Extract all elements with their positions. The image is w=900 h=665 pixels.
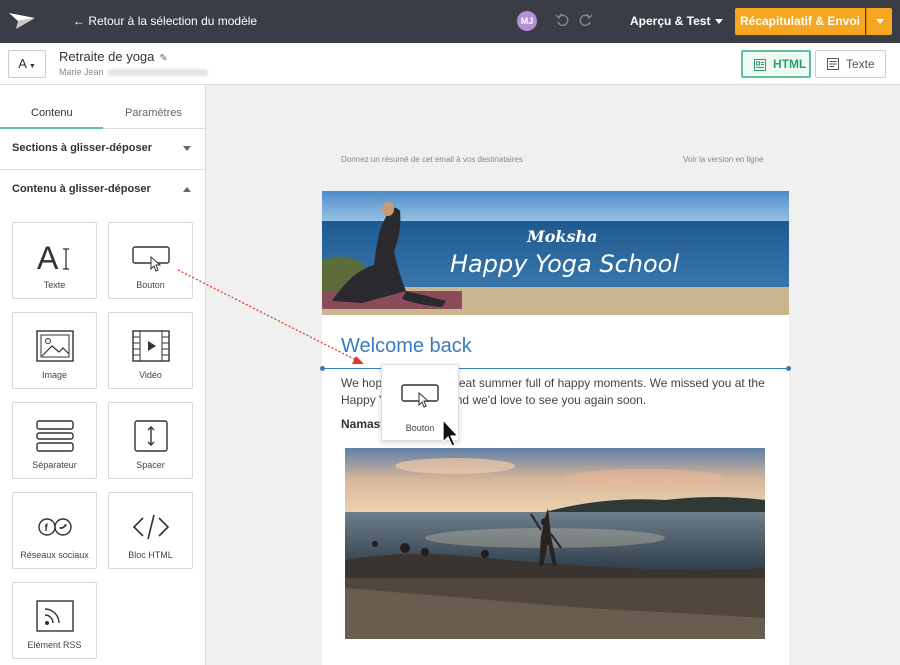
logo-icon[interactable] bbox=[8, 10, 36, 32]
block-tile-label: Texte bbox=[43, 280, 66, 290]
social-icon: f bbox=[38, 518, 72, 536]
block-tile-text[interactable]: A Texte bbox=[12, 222, 97, 299]
block-tile-rss[interactable]: Elément RSS bbox=[12, 582, 97, 659]
hero-title: Happy Yoga School bbox=[450, 250, 680, 278]
rss-icon bbox=[36, 600, 74, 632]
sender-email-blurred bbox=[107, 69, 208, 77]
block-tile-html[interactable]: Bloc HTML bbox=[108, 492, 193, 569]
chevron-down-icon bbox=[183, 146, 191, 151]
preheader-text[interactable]: Donnez un résumé de cet email à vos dest… bbox=[341, 155, 523, 164]
top-bar: ← Retour à la sélection du modèle MJ Ape… bbox=[0, 0, 900, 43]
sunset-photo bbox=[345, 448, 765, 639]
block-tile-image[interactable]: Image bbox=[12, 312, 97, 389]
svg-text:f: f bbox=[45, 523, 49, 534]
html-mode-button[interactable]: HTML bbox=[741, 50, 811, 78]
html-doc-icon bbox=[754, 59, 766, 71]
avatar[interactable]: MJ bbox=[517, 11, 537, 31]
block-tile-label: Elément RSS bbox=[27, 640, 82, 650]
block-tile-label: Vidéo bbox=[139, 370, 162, 380]
sections-accordion[interactable]: Sections à glisser-déposer bbox=[0, 129, 205, 170]
block-tile-button[interactable]: Bouton bbox=[108, 222, 193, 299]
text-mode-label: Texte bbox=[846, 57, 875, 71]
button-icon bbox=[132, 246, 170, 272]
spacer-icon bbox=[134, 420, 168, 452]
back-to-templates-link[interactable]: ← Retour à la sélection du modèle bbox=[73, 14, 257, 28]
campaign-name[interactable]: Retraite de yoga ✎ bbox=[59, 49, 168, 64]
content-blocks-accordion[interactable]: Contenu à glisser-déposer bbox=[0, 170, 205, 211]
email-photo[interactable] bbox=[345, 448, 765, 639]
sidebar-tabs: Contenu Paramètres bbox=[0, 85, 205, 129]
hero-banner[interactable]: Moksha Happy Yoga School bbox=[322, 191, 789, 315]
html-mode-label: HTML bbox=[773, 57, 807, 71]
svg-text:A: A bbox=[37, 240, 59, 275]
summary-send-button[interactable]: Récapitulatif & Envoi bbox=[735, 8, 865, 35]
undo-icon[interactable] bbox=[555, 13, 569, 27]
block-tile-social[interactable]: f Réseaux sociaux bbox=[12, 492, 97, 569]
content-blocks-accordion-label: Contenu à glisser-déposer bbox=[12, 183, 151, 195]
block-tile-video[interactable]: Vidéo bbox=[108, 312, 193, 389]
chevron-up-icon bbox=[183, 187, 191, 192]
chevron-down-icon bbox=[715, 19, 724, 25]
text-icon: A bbox=[37, 240, 69, 275]
sections-accordion-label: Sections à glisser-déposer bbox=[12, 142, 152, 154]
image-icon bbox=[36, 330, 74, 362]
variant-selector[interactable]: A ▼ bbox=[8, 50, 46, 78]
block-tile-label: Bouton bbox=[136, 280, 165, 290]
view-online-link[interactable]: Voir la version en ligne bbox=[683, 155, 764, 164]
redo-icon[interactable] bbox=[579, 13, 593, 27]
sender-name: Marie Jean bbox=[59, 67, 104, 77]
button-icon bbox=[401, 384, 439, 408]
text-mode-button[interactable]: Texte bbox=[815, 50, 886, 78]
code-icon bbox=[132, 514, 170, 540]
email-heading[interactable]: Welcome back bbox=[341, 335, 472, 358]
block-tile-label: Image bbox=[41, 370, 67, 380]
tab-settings[interactable]: Paramètres bbox=[125, 107, 182, 119]
chevron-down-icon: ▼ bbox=[28, 63, 36, 70]
hero-subtitle: Moksha bbox=[527, 227, 598, 246]
preview-test-dropdown[interactable]: Aperçu & Test bbox=[630, 14, 724, 28]
campaign-bar: A ▼ Retraite de yoga ✎ Marie Jean HTML Tex… bbox=[0, 43, 900, 85]
campaign-name-text: Retraite de yoga bbox=[59, 49, 155, 64]
variant-label: A bbox=[18, 56, 27, 71]
block-tile-label: Séparateur bbox=[32, 460, 77, 470]
preview-test-label: Aperçu & Test bbox=[630, 14, 711, 28]
summary-send-dropdown-toggle[interactable] bbox=[866, 8, 892, 35]
divider-icon bbox=[36, 420, 74, 452]
mouse-cursor-icon bbox=[442, 418, 460, 447]
pencil-icon[interactable]: ✎ bbox=[159, 53, 167, 64]
block-tile-spacer[interactable]: Spacer bbox=[108, 402, 193, 479]
tab-content[interactable]: Contenu bbox=[31, 107, 73, 119]
block-tile-label: Spacer bbox=[136, 460, 165, 470]
sender-info: Marie Jean bbox=[59, 67, 208, 77]
video-icon bbox=[132, 330, 170, 362]
block-tile-divider[interactable]: Séparateur bbox=[12, 402, 97, 479]
block-tile-label: Réseaux sociaux bbox=[20, 550, 89, 560]
text-doc-icon bbox=[827, 58, 839, 70]
block-tile-label: Bloc HTML bbox=[128, 550, 173, 560]
